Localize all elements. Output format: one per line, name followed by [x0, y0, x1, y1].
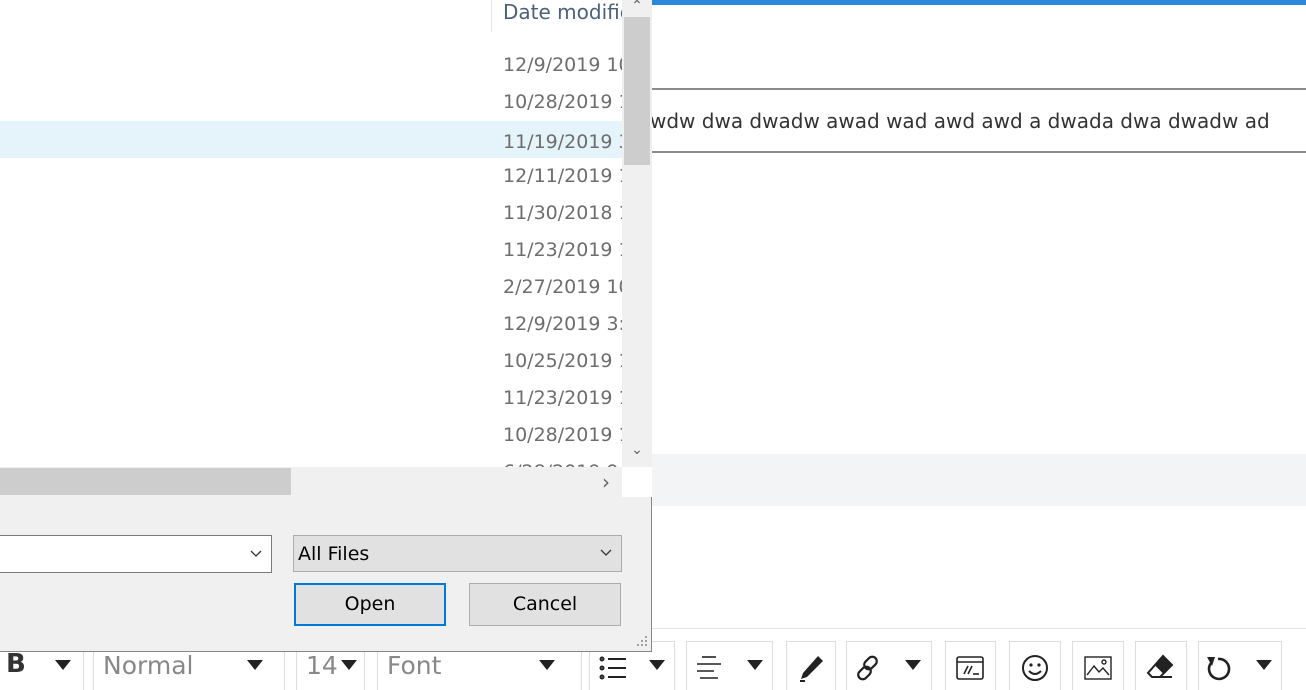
file-date-modified: 11/19/2019 3 [503, 131, 622, 153]
chevron-down-icon[interactable] [55, 660, 71, 670]
editor-gray-area [652, 454, 1306, 506]
horizontal-scroll-thumb[interactable] [0, 468, 291, 495]
chevron-down-icon[interactable] [905, 660, 921, 670]
file-date-modified: 12/9/2019 3:4 [503, 313, 622, 335]
file-row[interactable]: 6/28/2019 9 [0, 454, 622, 467]
file-date-modified: 10/25/2019 1 [503, 350, 622, 372]
file-date-modified: 12/11/2019 1 [503, 165, 622, 187]
file-date-modified: 11/23/2019 1 [503, 239, 622, 261]
vertical-scrollbar[interactable]: ⌃ ⌄ [622, 0, 652, 467]
file-date-modified: 2/27/2019 10 [503, 276, 622, 298]
file-row[interactable]: 11/23/2019 1 [0, 232, 622, 269]
editor-text: wdw dwa dwadw awad wad awd awd a dwada d… [652, 109, 1270, 133]
file-open-dialog: Date modifie 12/9/2019 10 10/28/2019 1 11/… [0, 0, 652, 652]
eraser-icon[interactable] [1145, 653, 1175, 683]
align-icon[interactable] [694, 653, 724, 683]
filename-combobox[interactable] [0, 535, 272, 573]
open-button[interactable]: Open [294, 583, 446, 626]
file-date-modified: 12/9/2019 10 [503, 54, 622, 76]
file-row[interactable]: 11/19/2019 3 [0, 121, 622, 158]
chevron-down-icon[interactable] [649, 660, 665, 670]
chevron-down-icon[interactable] [249, 544, 263, 564]
file-row[interactable]: 10/25/2019 1 [0, 343, 622, 380]
font-value: Font [387, 651, 442, 680]
editor-accent-bar [652, 0, 1306, 5]
scrollbar-corner [622, 467, 652, 497]
undo-icon[interactable] [1203, 653, 1233, 683]
chevron-down-icon[interactable] [747, 660, 763, 670]
style-value: Normal [103, 651, 194, 680]
file-list[interactable]: Date modifie 12/9/2019 10 10/28/2019 1 11/… [0, 0, 622, 467]
file-row[interactable]: 11/23/2019 1 [0, 380, 622, 417]
file-row[interactable]: 11/30/2018 1 [0, 195, 622, 232]
file-date-modified: 11/30/2018 1 [503, 202, 622, 224]
chevron-down-icon[interactable] [539, 660, 555, 670]
cancel-button[interactable]: Cancel [469, 583, 621, 626]
file-date-modified: 10/28/2019 1 [503, 424, 622, 446]
file-date-modified: 11/23/2019 1 [503, 387, 622, 409]
chevron-down-icon[interactable] [599, 544, 613, 564]
link-icon[interactable] [853, 653, 883, 683]
file-row[interactable]: 12/11/2019 1 [0, 158, 622, 195]
bold-button[interactable]: B [6, 649, 26, 679]
horizontal-scrollbar[interactable]: › [0, 467, 622, 497]
scroll-right-icon[interactable]: › [596, 470, 616, 494]
file-type-value: All Files [298, 543, 370, 565]
file-row[interactable]: 12/9/2019 3:4 [0, 306, 622, 343]
file-row[interactable]: 12/9/2019 10 [0, 47, 622, 84]
file-row[interactable]: 10/28/2019 1 [0, 84, 622, 121]
chevron-down-icon[interactable] [1256, 660, 1272, 670]
date-modified-column-header[interactable]: Date modifie [491, 0, 622, 32]
column-header-label: Date modifie [503, 0, 622, 24]
list-icon[interactable] [598, 653, 628, 683]
vertical-scroll-thumb[interactable] [624, 17, 650, 165]
chevron-down-icon[interactable] [341, 660, 357, 670]
size-value: 14 [306, 651, 338, 680]
file-row[interactable]: 2/27/2019 10 [0, 269, 622, 306]
resize-grip-icon[interactable] [634, 634, 648, 648]
image-icon[interactable] [1083, 653, 1113, 683]
scroll-down-icon[interactable]: ⌄ [622, 442, 652, 459]
scroll-up-icon[interactable]: ⌃ [622, 0, 652, 15]
editor-divider [652, 151, 1306, 153]
editor-divider [652, 88, 1306, 90]
file-date-modified: 10/28/2019 1 [503, 91, 622, 113]
file-row[interactable]: 10/28/2019 1 [0, 417, 622, 454]
chevron-down-icon[interactable] [247, 660, 263, 670]
emoji-icon[interactable] [1020, 653, 1050, 683]
pen-icon[interactable] [796, 653, 826, 683]
code-icon[interactable] [955, 653, 985, 683]
file-type-select[interactable]: All Files [293, 535, 622, 572]
editor-text-line[interactable]: wdw dwa dwadw awad wad awd awd a dwada d… [652, 106, 1306, 136]
